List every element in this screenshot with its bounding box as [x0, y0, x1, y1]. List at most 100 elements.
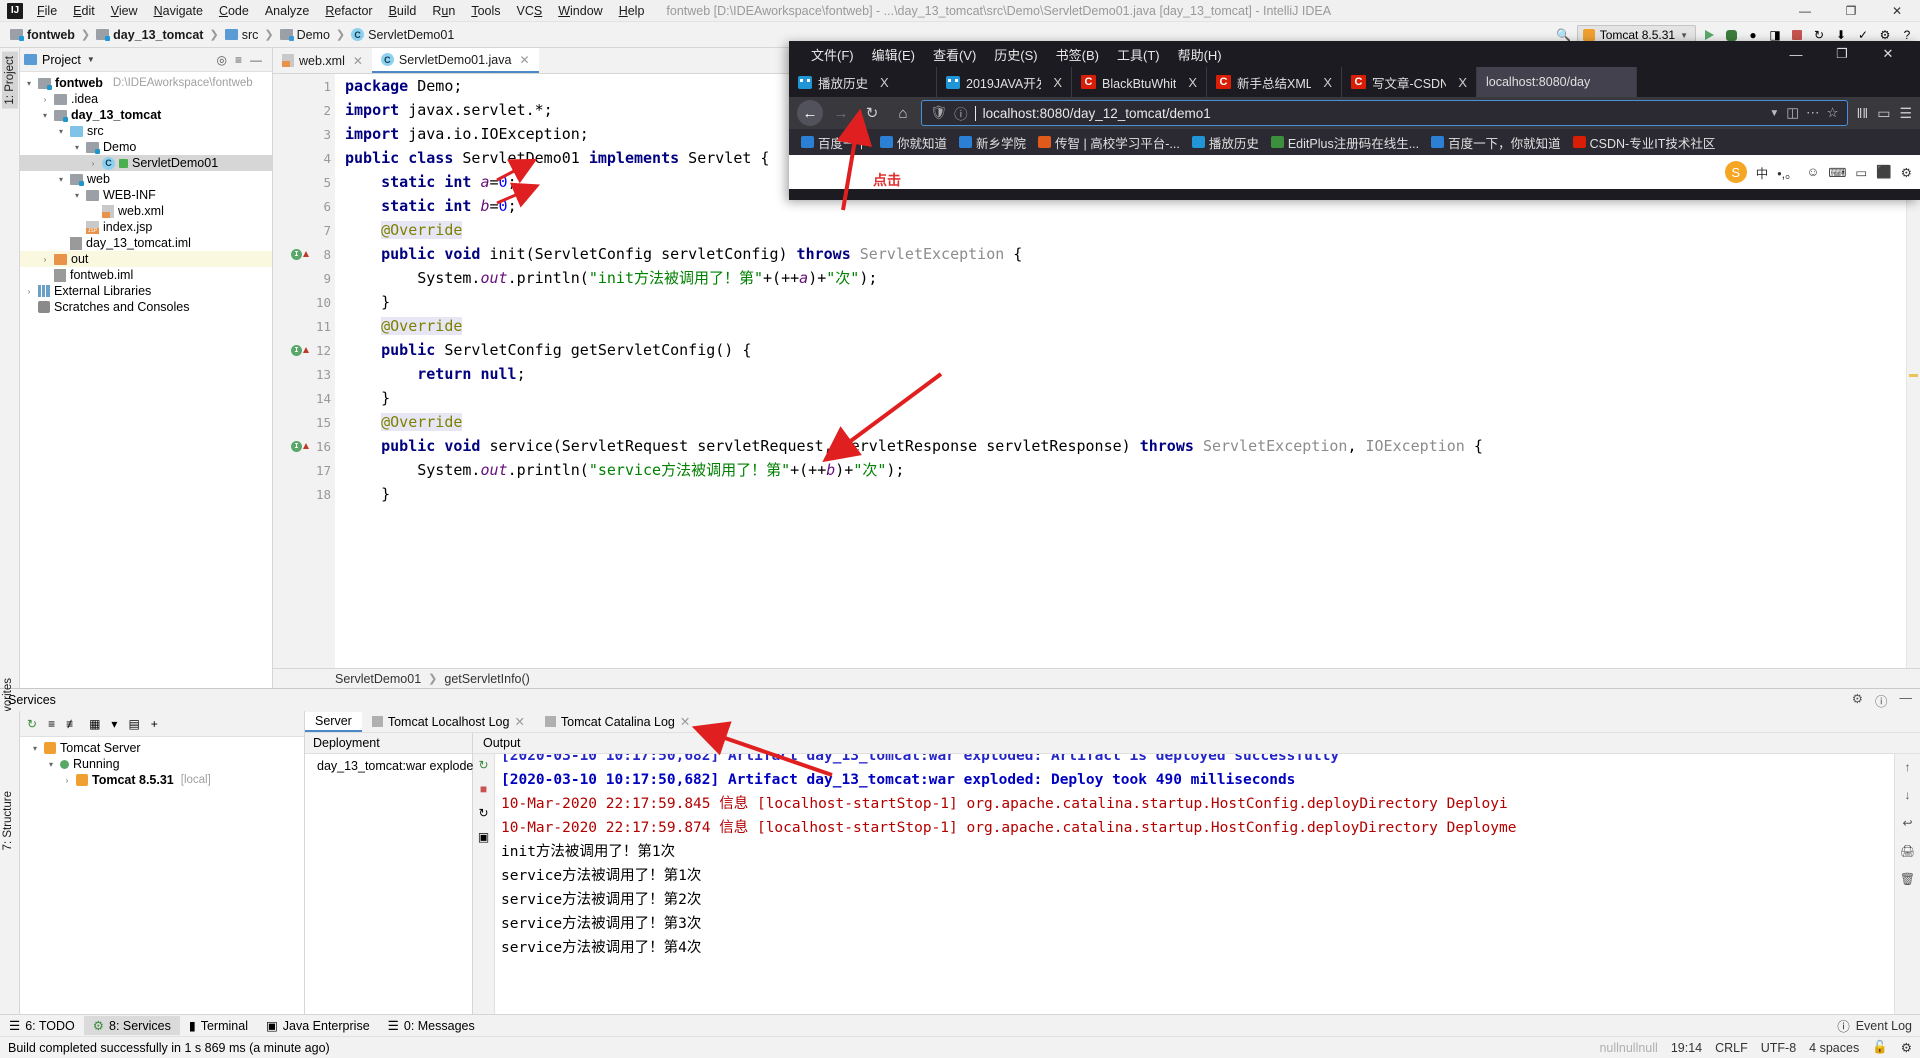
- address-bar[interactable]: 🛡 ⓘ localhost:8080/day_12_tomcat/demo1 ▼…: [921, 100, 1848, 126]
- ime-skin-icon[interactable]: ▭: [1855, 165, 1867, 180]
- tree-item-day13tomcat[interactable]: ▾ day_13_tomcat: [20, 107, 272, 123]
- lock-icon[interactable]: 🔓: [1872, 1040, 1888, 1055]
- editor-tab-webxml[interactable]: web.xml ✕: [273, 48, 372, 73]
- hide-panel-icon[interactable]: —: [250, 53, 262, 67]
- menu-item-refactor[interactable]: Refactor: [317, 2, 380, 20]
- breadcrumb-method[interactable]: getServletInfo(): [444, 672, 529, 686]
- tree-item-fontwebiml[interactable]: fontweb.iml: [20, 267, 272, 283]
- tree-item-external-libraries[interactable]: › External Libraries: [20, 283, 272, 299]
- bookmark-item[interactable]: 传智 | 高校学习平台-...: [1032, 132, 1186, 153]
- code-line[interactable]: }: [335, 386, 1906, 410]
- tree-item-out[interactable]: › out: [20, 251, 272, 267]
- deployment-list[interactable]: day_13_tomcat:war exploded: [305, 754, 480, 1014]
- ime-settings-icon[interactable]: ⚙: [1901, 165, 1912, 180]
- scroll-from-source-icon[interactable]: ◎: [217, 53, 227, 67]
- expand-arrow-icon[interactable]: ›: [88, 159, 98, 168]
- bookmark-item[interactable]: 新乡学院: [953, 132, 1032, 153]
- code-line[interactable]: @Override: [335, 410, 1906, 434]
- clear-all-icon[interactable]: 🗑: [1900, 872, 1915, 886]
- close-icon[interactable]: X: [1323, 75, 1332, 90]
- ime-toolbox-icon[interactable]: ⬛: [1876, 165, 1892, 180]
- menu-item-navigate[interactable]: Navigate: [146, 2, 211, 20]
- close-button[interactable]: ✕: [1874, 0, 1920, 22]
- update-icon[interactable]: ▣: [478, 830, 489, 844]
- forward-button[interactable]: →: [828, 100, 854, 126]
- tool-tab-messages[interactable]: ☰ 0: Messages: [379, 1016, 484, 1035]
- close-icon[interactable]: X: [1053, 75, 1062, 90]
- menu-item-tools[interactable]: Tools: [463, 2, 508, 20]
- group-icon[interactable]: ▦: [89, 717, 100, 731]
- close-icon[interactable]: X: [1458, 75, 1467, 90]
- tree-item-idea[interactable]: › .idea: [20, 91, 272, 107]
- menu-item-analyze[interactable]: Analyze: [257, 2, 317, 20]
- browser-tab-4[interactable]: C 写文章-CSDN博客 X: [1342, 67, 1477, 97]
- close-icon[interactable]: ✕: [353, 54, 363, 68]
- expand-arrow-icon[interactable]: ▾: [40, 111, 50, 120]
- output-console[interactable]: [2020-03-10 10:17:50,682] Artifact day_1…: [495, 754, 1894, 1014]
- browser-menu-edit[interactable]: 编辑(E): [863, 43, 924, 66]
- menu-item-window[interactable]: Window: [550, 2, 610, 20]
- code-line[interactable]: @Override: [335, 314, 1906, 338]
- maximize-button[interactable]: ❐: [1828, 0, 1874, 22]
- bookmark-item[interactable]: 百度一下，你就知道: [1425, 132, 1567, 153]
- browser-menu-bar[interactable]: 文件(F) 编辑(E) 查看(V) 历史(S) 书签(B) 工具(T) 帮助(H…: [789, 41, 1920, 67]
- info-icon[interactable]: ⓘ: [954, 103, 968, 123]
- tool-tab-terminal[interactable]: ▮ Terminal: [180, 1016, 257, 1035]
- reader-mode-icon[interactable]: ◫: [1786, 105, 1799, 121]
- code-line[interactable]: @Override: [335, 218, 1906, 242]
- breadcrumb-servletdemo01[interactable]: C ServletDemo01: [347, 27, 458, 43]
- home-button[interactable]: ⌂: [890, 100, 916, 126]
- menu-item-edit[interactable]: Edit: [65, 2, 103, 20]
- menu-item-build[interactable]: Build: [381, 2, 425, 20]
- code-line[interactable]: return null;: [335, 362, 1906, 386]
- bookmark-item[interactable]: 播放历史: [1186, 132, 1265, 153]
- expand-arrow-icon[interactable]: ▾: [30, 744, 40, 753]
- deployment-item[interactable]: day_13_tomcat:war exploded: [305, 758, 480, 774]
- expand-arrow-icon[interactable]: ▾: [72, 143, 82, 152]
- filter-icon[interactable]: ▾: [111, 717, 117, 731]
- expand-all-icon[interactable]: ≡: [48, 717, 55, 731]
- code-line[interactable]: public void init(ServletConfig servletCo…: [335, 242, 1906, 266]
- shield-icon[interactable]: 🛡: [930, 105, 947, 121]
- page-actions-icon[interactable]: ⋯: [1806, 105, 1820, 121]
- expand-arrow-icon[interactable]: ▾: [72, 191, 82, 200]
- tree-item-scratches[interactable]: Scratches and Consoles: [20, 299, 272, 315]
- collapse-all-icon[interactable]: ≢: [66, 717, 78, 731]
- browser-menu-tools[interactable]: 工具(T): [1108, 43, 1169, 66]
- tree-item-demo[interactable]: ▾ Demo: [20, 139, 272, 155]
- breadcrumb-src[interactable]: src: [221, 27, 263, 43]
- help-icon[interactable]: ⓘ: [1875, 691, 1888, 710]
- expand-arrow-icon[interactable]: ▾: [56, 175, 66, 184]
- menu-item-help[interactable]: Help: [611, 2, 653, 20]
- browser-menu-file[interactable]: 文件(F): [802, 43, 863, 66]
- ime-emoji-icon[interactable]: ☺: [1807, 165, 1820, 179]
- rerun-icon[interactable]: ↻: [478, 758, 488, 772]
- tree-item-webinf[interactable]: ▾ WEB-INF: [20, 187, 272, 203]
- status-encoding[interactable]: UTF-8: [1761, 1041, 1796, 1055]
- scroll-up-icon[interactable]: ↑: [1905, 760, 1911, 774]
- menu-item-vcs[interactable]: VCS: [509, 2, 551, 20]
- add-icon[interactable]: +: [151, 717, 158, 731]
- stop-icon[interactable]: ■: [480, 782, 487, 796]
- expand-arrow-icon[interactable]: ▾: [24, 79, 34, 88]
- implements-method-icon[interactable]: I: [291, 440, 309, 452]
- browser-tab-2[interactable]: C BlackBtuWhite的推 X: [1072, 67, 1207, 97]
- minimize-button[interactable]: —: [1782, 0, 1828, 22]
- close-icon[interactable]: ✕: [514, 714, 524, 729]
- breadcrumb-demo[interactable]: Demo: [276, 27, 334, 43]
- soft-wrap-icon[interactable]: ↩: [1902, 816, 1912, 830]
- tool-tab-todo[interactable]: ☰ 6: TODO: [0, 1016, 84, 1035]
- breadcrumb-class[interactable]: ServletDemo01: [335, 672, 421, 686]
- tree-item-indexjsp[interactable]: index.jsp: [20, 219, 272, 235]
- expand-arrow-icon[interactable]: ›: [40, 255, 50, 264]
- tool-tab-services[interactable]: ⚙ 8: Services: [83, 1016, 180, 1035]
- browser-window-controls[interactable]: — ❐ ✕: [1764, 41, 1920, 67]
- bookmark-item[interactable]: EditPlus注册码在线生...: [1265, 132, 1425, 153]
- services-node-tomcat-instance[interactable]: › Tomcat 8.5.31 [local]: [20, 772, 304, 788]
- code-line[interactable]: public ServletConfig getServletConfig() …: [335, 338, 1906, 362]
- browser-maximize-button[interactable]: ❐: [1819, 43, 1865, 65]
- chevron-down-icon[interactable]: ▼: [1769, 108, 1779, 119]
- ime-punctuation[interactable]: •,。: [1777, 163, 1797, 182]
- tree-item-servletdemo01[interactable]: › C ServletDemo01: [20, 155, 272, 171]
- browser-menu-history[interactable]: 历史(S): [985, 43, 1046, 66]
